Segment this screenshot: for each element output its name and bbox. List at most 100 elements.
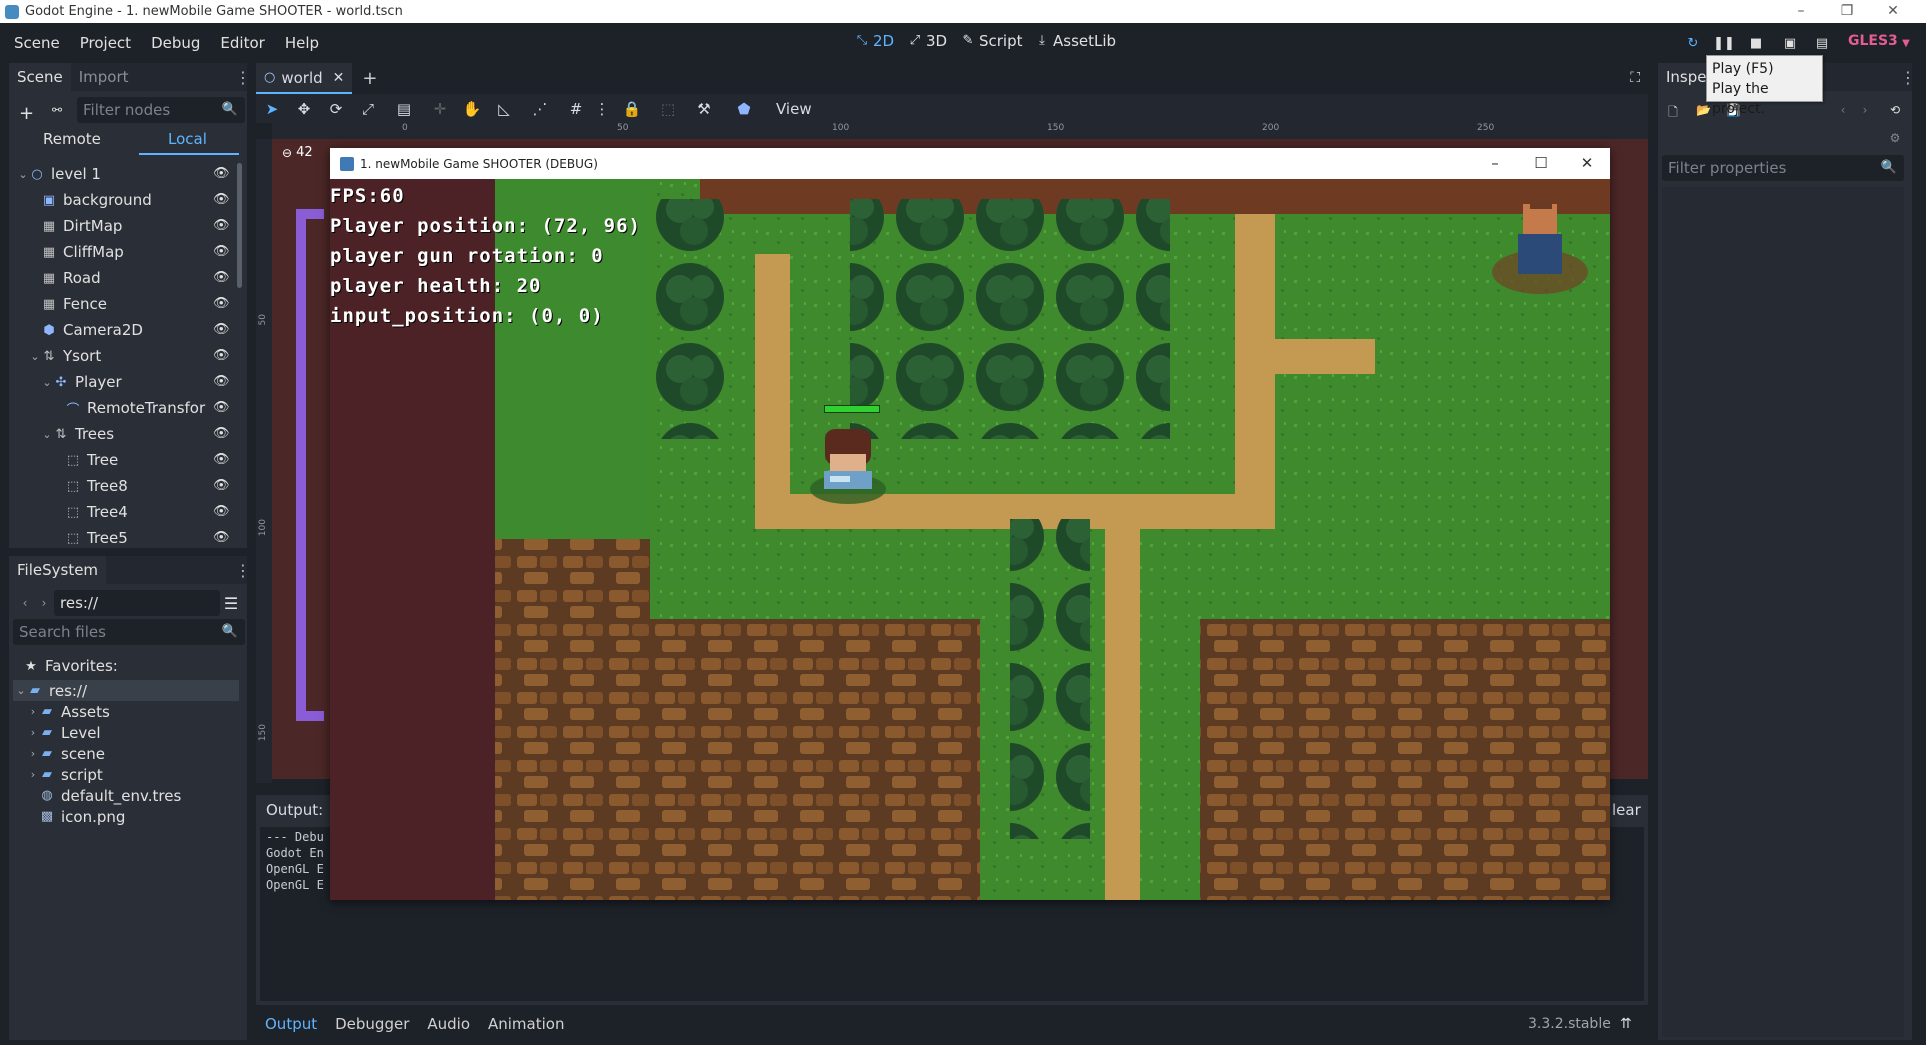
expand-arrow-icon[interactable]: ⌄ — [15, 684, 27, 697]
filter-nodes-input[interactable]: Filter nodes 🔍 — [77, 97, 245, 123]
filesystem-menu-icon[interactable]: ⋮ — [235, 561, 251, 580]
minimize-button[interactable]: – — [1778, 0, 1824, 23]
play-scene-icon[interactable]: ▣ — [1780, 33, 1800, 53]
game-maximize-button[interactable]: ☐ — [1518, 148, 1564, 179]
scene-tree-item[interactable]: ▦ CliffMap 👁 — [13, 239, 239, 265]
visibility-eye-icon[interactable]: 👁 — [213, 530, 230, 546]
workspace-assetlib-button[interactable]: ⤓ AssetLib — [1035, 32, 1116, 50]
scene-tree-item[interactable]: ⬚ Tree4 👁 — [13, 499, 239, 525]
more-options-icon[interactable]: ⋮ — [592, 100, 612, 118]
play-icon[interactable]: ↻ — [1683, 33, 1703, 53]
back-icon[interactable]: ‹ — [18, 596, 32, 610]
visibility-eye-icon[interactable]: 👁 — [213, 426, 230, 442]
history-icon[interactable]: ⟲ — [1888, 103, 1902, 117]
add-tab-icon[interactable]: + — [362, 68, 377, 89]
tab-import[interactable]: Import — [71, 63, 137, 91]
add-node-icon[interactable]: + — [19, 103, 34, 124]
menu-scene[interactable]: Scene — [4, 34, 70, 52]
pan-tool-icon[interactable]: ✋ — [456, 100, 488, 118]
split-mode-icon[interactable]: ☰ — [221, 594, 241, 613]
game-viewport[interactable]: FPS:60 Player position: (72, 96) player … — [330, 179, 1610, 900]
workspace-2d-button[interactable]: ⤡ 2D — [855, 32, 894, 50]
lock-icon[interactable]: 🔒 — [612, 100, 652, 118]
game-minimize-button[interactable]: – — [1472, 148, 1518, 179]
tab-world[interactable]: ○ world ✕ — [256, 63, 353, 94]
visibility-eye-icon[interactable]: 👁 — [213, 400, 230, 416]
grid-snap-icon[interactable]: # — [560, 100, 592, 118]
collapse-arrow-icon[interactable]: ⌄ — [29, 350, 41, 363]
tab-output[interactable]: Output — [256, 1015, 326, 1033]
visibility-eye-icon[interactable]: 👁 — [213, 452, 230, 468]
visibility-eye-icon[interactable]: 👁 — [213, 244, 230, 260]
scene-tree-scrollbar[interactable] — [237, 163, 242, 288]
local-tab[interactable]: Local — [168, 130, 207, 148]
restore-button[interactable]: ❐ — [1824, 0, 1870, 23]
link-icon[interactable]: ⚯ — [50, 103, 64, 117]
visibility-eye-icon[interactable]: 👁 — [213, 348, 230, 364]
scene-tree-item[interactable]: ⌄ ⇅ Ysort 👁 — [13, 343, 239, 369]
visibility-eye-icon[interactable]: 👁 — [213, 296, 230, 312]
object-tools-icon[interactable]: ⚙ — [1888, 131, 1902, 145]
move-tool-icon[interactable]: ✥ — [288, 100, 320, 118]
zoom-out-icon[interactable]: ⊖ — [282, 146, 292, 160]
chevron-down-icon[interactable]: ▼ — [1896, 33, 1916, 53]
tab-animation[interactable]: Animation — [479, 1015, 573, 1033]
filesystem-item[interactable]: › ▰ script — [13, 764, 239, 785]
remote-tab[interactable]: Remote — [43, 130, 101, 148]
filesystem-item[interactable]: › ▰ Assets — [13, 701, 239, 722]
visibility-eye-icon[interactable]: 👁 — [213, 478, 230, 494]
list-select-icon[interactable]: ▤ — [384, 100, 424, 118]
collapse-arrow-icon[interactable]: ⌄ — [41, 376, 53, 389]
open-resource-icon[interactable]: 📂 — [1696, 103, 1711, 117]
scene-tree-item[interactable]: ⌄ ⇅ Trees 👁 — [13, 421, 239, 447]
stop-icon[interactable]: ■ — [1746, 33, 1766, 53]
scene-tree-item[interactable]: ⬚ Tree5 👁 — [13, 525, 239, 548]
fullscreen-icon[interactable]: ⛶ — [1630, 70, 1640, 86]
scene-tree-item[interactable]: ⬢ Camera2D 👁 — [13, 317, 239, 343]
snap-icon[interactable]: ⋰ — [520, 100, 560, 118]
scene-tree-item[interactable]: ⌄ ✣ Player 👁 — [13, 369, 239, 395]
filesystem-item[interactable]: › ▰ scene — [13, 743, 239, 764]
bone-icon[interactable]: ⚒ — [684, 100, 724, 118]
expand-arrow-icon[interactable]: › — [27, 768, 39, 781]
menu-project[interactable]: Project — [70, 34, 141, 52]
filesystem-item[interactable]: ◍ default_env.tres — [13, 785, 239, 806]
scene-tree-item[interactable]: ▦ DirtMap 👁 — [13, 213, 239, 239]
clear-button[interactable]: lear — [1612, 801, 1641, 819]
tab-filesystem[interactable]: FileSystem — [9, 556, 107, 584]
menu-help[interactable]: Help — [275, 34, 329, 52]
expand-arrow-icon[interactable]: › — [27, 705, 39, 718]
filesystem-item[interactable]: ▩ icon.png — [13, 806, 239, 827]
group-icon[interactable]: ⬚ — [652, 100, 684, 118]
renderer-selector[interactable]: GLES3 — [1848, 33, 1898, 49]
scene-tree-item[interactable]: ▣ background 👁 — [13, 187, 239, 213]
visibility-eye-icon[interactable]: 👁 — [213, 374, 230, 390]
path-field[interactable]: res:// — [54, 590, 220, 616]
scene-tree-item[interactable]: ⬚ Tree8 👁 — [13, 473, 239, 499]
menu-debug[interactable]: Debug — [141, 34, 210, 52]
scale-tool-icon[interactable]: ⤢ — [352, 100, 384, 118]
tab-scene[interactable]: Scene — [9, 63, 71, 91]
favorites-row[interactable]: ★ Favorites: — [23, 653, 118, 679]
collapse-arrow-icon[interactable]: ⌄ — [41, 428, 53, 441]
scene-tree-item[interactable]: ⌒ RemoteTransfor 👁 — [13, 395, 239, 421]
zoom-control[interactable]: ⊖ 42 — [282, 145, 313, 160]
close-button[interactable]: ✕ — [1870, 0, 1916, 23]
expand-arrow-icon[interactable]: › — [27, 726, 39, 739]
visibility-eye-icon[interactable]: 👁 — [213, 270, 230, 286]
new-resource-icon[interactable]: 🗋 — [1666, 103, 1680, 119]
camera-override-icon[interactable]: ⬟ — [724, 100, 764, 118]
scene-tree-item[interactable]: ⬚ Tree 👁 — [13, 447, 239, 473]
visibility-eye-icon[interactable]: 👁 — [213, 218, 230, 234]
ruler-tool-icon[interactable]: ◺ — [488, 100, 520, 118]
workspace-script-button[interactable]: ✎ Script — [961, 32, 1023, 50]
filter-properties-input[interactable]: Filter properties 🔍 — [1662, 155, 1904, 181]
scene-dock-menu-icon[interactable]: ⋮ — [235, 68, 251, 87]
filesystem-item[interactable]: ⌄ ▰ res:// — [13, 680, 239, 701]
menu-editor[interactable]: Editor — [210, 34, 274, 52]
expand-arrow-icon[interactable]: › — [27, 747, 39, 760]
scene-tree-item[interactable]: ▦ Road 👁 — [13, 265, 239, 291]
filesystem-item[interactable]: › ▰ Level — [13, 722, 239, 743]
pin-panel-icon[interactable]: ⇈ — [1620, 1016, 1632, 1032]
scene-tree-item[interactable]: ⌄ ○ level 1 👁 — [13, 161, 239, 187]
